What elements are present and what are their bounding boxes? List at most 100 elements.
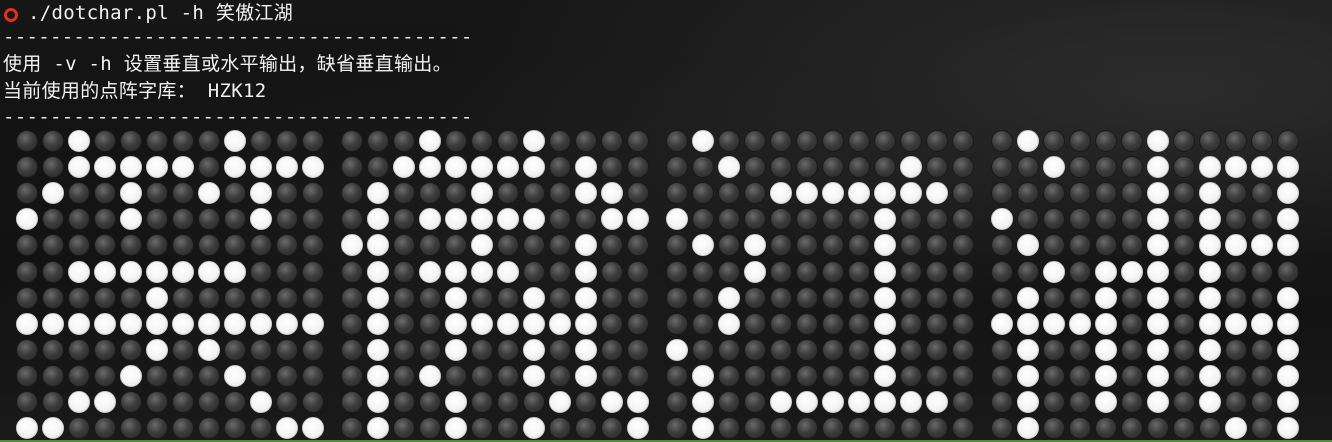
dot-off [770, 417, 792, 439]
dot-on [146, 313, 168, 335]
dot-off [1251, 130, 1273, 152]
dot-off [1173, 234, 1195, 256]
dot-off [1173, 130, 1195, 152]
dot-off [666, 261, 688, 283]
dot-off [848, 417, 870, 439]
dot-off [42, 391, 64, 413]
dot-on [367, 365, 389, 387]
dot-off [770, 313, 792, 335]
dot-on [172, 261, 194, 283]
dot-off [146, 130, 168, 152]
dot-off [94, 339, 116, 361]
dot-off [900, 365, 922, 387]
dot-off [393, 130, 415, 152]
dot-off [1173, 417, 1195, 439]
dot-off [770, 261, 792, 283]
dot-off [1173, 182, 1195, 204]
dot-on [1277, 234, 1299, 256]
dot-on [1017, 130, 1039, 152]
dot-off [900, 234, 922, 256]
dot-off [926, 208, 948, 230]
dot-off [952, 208, 974, 230]
dot-on [198, 339, 220, 361]
dot-off [419, 287, 441, 309]
dot-on [1277, 313, 1299, 335]
dot-on [874, 287, 896, 309]
dot-off [1043, 339, 1065, 361]
terminal-window[interactable]: ./dotchar.pl -h 笑傲江湖 -------------------… [0, 0, 1332, 442]
dot-off [1251, 261, 1273, 283]
dot-off [744, 313, 766, 335]
dot-off [549, 130, 571, 152]
dot-off [627, 287, 649, 309]
dot-off [692, 313, 714, 335]
dot-off [1043, 130, 1065, 152]
dot-on [172, 313, 194, 335]
dot-off [16, 234, 38, 256]
dot-off [341, 287, 363, 309]
dot-off [575, 417, 597, 439]
dot-off [900, 417, 922, 439]
dot-on [523, 313, 545, 335]
dot-off [497, 339, 519, 361]
dot-off [744, 417, 766, 439]
dot-off [302, 339, 324, 361]
dot-off [1095, 182, 1117, 204]
dot-off [198, 287, 220, 309]
dot-on [1199, 156, 1221, 178]
dot-on [68, 391, 90, 413]
dot-on [1277, 365, 1299, 387]
dot-off [1017, 156, 1039, 178]
dot-on [1277, 417, 1299, 439]
dot-off [393, 339, 415, 361]
dot-on [523, 365, 545, 387]
dot-on [1017, 287, 1039, 309]
dot-off [900, 339, 922, 361]
dot-off [523, 234, 545, 256]
dot-off [120, 234, 142, 256]
dot-off [120, 130, 142, 152]
dot-off [94, 182, 116, 204]
dot-off [172, 287, 194, 309]
dot-off [952, 261, 974, 283]
dot-off [276, 182, 298, 204]
dot-on [627, 391, 649, 413]
dot-on [302, 417, 324, 439]
dot-off [692, 287, 714, 309]
dot-off [1017, 182, 1039, 204]
dot-off [198, 208, 220, 230]
dot-off [42, 261, 64, 283]
dot-on [250, 313, 272, 335]
dot-off [991, 234, 1013, 256]
dot-on [497, 156, 519, 178]
dot-off [770, 365, 792, 387]
dot-on [718, 287, 740, 309]
dot-off [198, 130, 220, 152]
dot-off [393, 313, 415, 335]
dot-off [42, 287, 64, 309]
dot-on [796, 182, 818, 204]
dot-off [666, 182, 688, 204]
dot-off [848, 130, 870, 152]
dot-on [1147, 182, 1169, 204]
dot-on [1017, 391, 1039, 413]
dot-off [1277, 130, 1299, 152]
dot-off [523, 261, 545, 283]
dot-off [445, 234, 467, 256]
dot-on [419, 156, 441, 178]
dot-off [341, 417, 363, 439]
dot-off [497, 391, 519, 413]
dot-on [666, 339, 688, 361]
dot-off [276, 391, 298, 413]
dot-on [1251, 313, 1273, 335]
dot-on [497, 261, 519, 283]
dot-off [1095, 130, 1117, 152]
dot-off [224, 234, 246, 256]
dot-off [16, 182, 38, 204]
dot-off [770, 287, 792, 309]
dot-on [1017, 313, 1039, 335]
dot-off [900, 208, 922, 230]
dot-off [822, 417, 844, 439]
dot-on [445, 208, 467, 230]
dot-off [744, 339, 766, 361]
